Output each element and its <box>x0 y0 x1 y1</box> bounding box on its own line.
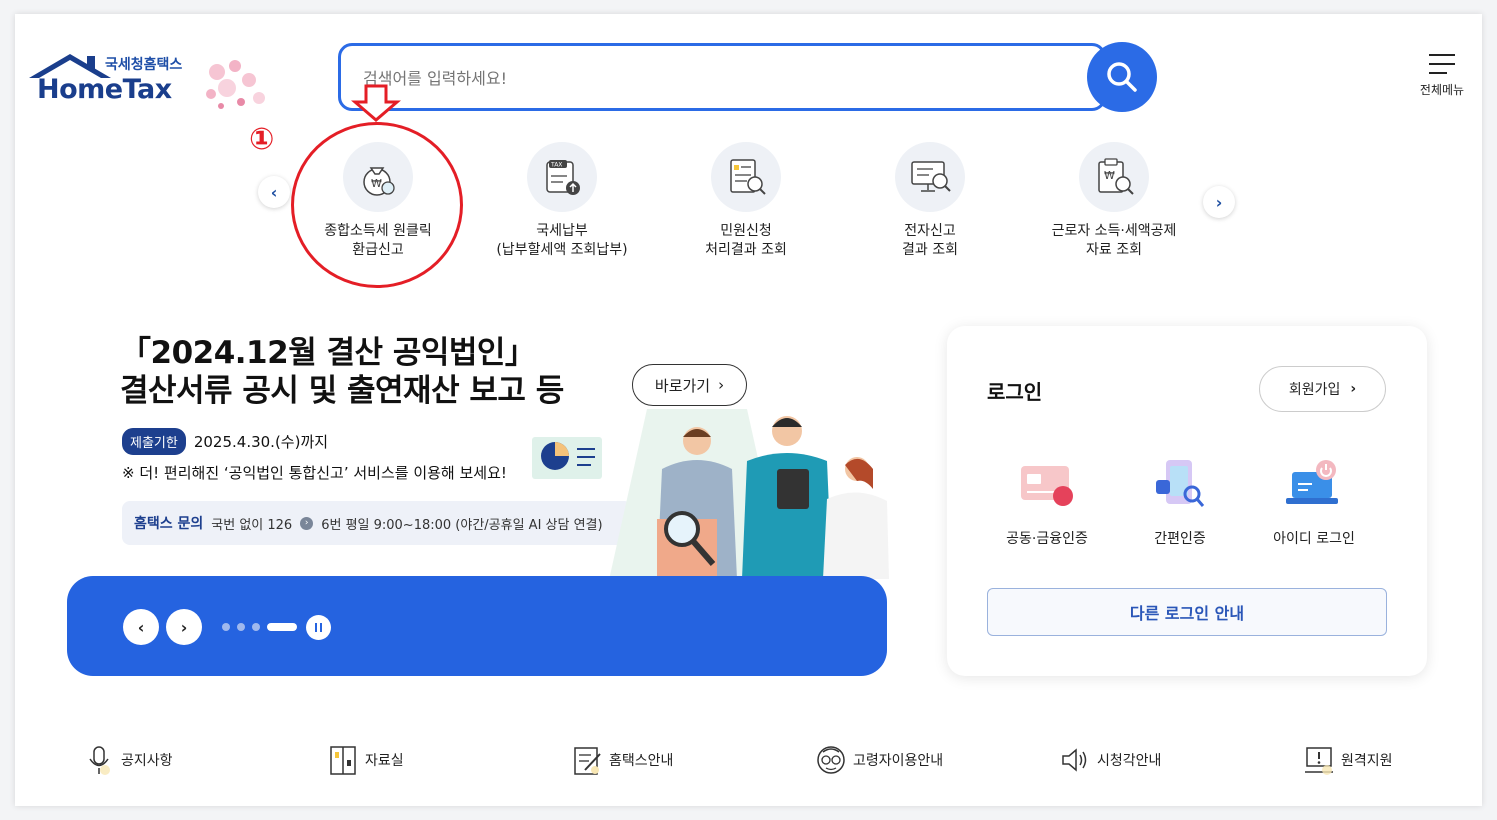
search-button[interactable] <box>1087 42 1157 112</box>
monitor-search-icon <box>895 142 965 212</box>
chevron-left-icon: ‹ <box>137 617 145 637</box>
cherry-blossom-icon <box>206 60 265 109</box>
login-title: 로그인 <box>987 380 1043 404</box>
footer-link-audiovisual-guide[interactable]: 시청각안내 <box>1059 744 1161 776</box>
full-menu-button[interactable]: 전체메뉴 <box>1415 50 1469 110</box>
quick-item-label-2: 처리결과 조회 <box>705 242 787 258</box>
quick-item-label-1: 전자신고 <box>904 223 956 239</box>
chevron-right-icon: › <box>1215 192 1223 212</box>
banner-pause-button[interactable] <box>306 615 331 640</box>
svg-text:₩: ₩ <box>1104 169 1115 182</box>
banner-title-line-2: 결산서류 공시 및 출연재산 보고 등 <box>120 373 564 409</box>
footer-link-label: 자료실 <box>365 753 404 769</box>
footer-link-library[interactable]: 자료실 <box>327 744 404 776</box>
quick-item-label-1: 근로자 소득·세액공제 <box>1051 223 1177 239</box>
chevron-right-icon: › <box>180 617 188 637</box>
document-search-icon <box>711 142 781 212</box>
login-option-label: 아이디 로그인 <box>1273 531 1355 547</box>
banner-next-button[interactable]: › <box>166 609 202 645</box>
banner-prev-button[interactable]: ‹ <box>123 609 159 645</box>
money-bag-icon: ₩ <box>343 142 413 212</box>
quick-item-label-1: 종합소득세 원클릭 <box>324 223 432 239</box>
login-option-simple-auth[interactable]: 간편인증 <box>1115 456 1245 548</box>
quick-item-label-2: 자료 조회 <box>1086 242 1142 258</box>
footer-link-senior-guide[interactable]: 고령자이용안내 <box>815 744 943 776</box>
banner-page-dot[interactable] <box>252 623 260 631</box>
join-label: 회원가입 <box>1288 382 1341 398</box>
login-option-label: 공동·금융인증 <box>1006 531 1088 547</box>
go-shortcut-label: 바로가기 <box>654 376 711 395</box>
login-card: 로그인 회원가입 › 공동·금융인증 간편인증 아이디 로그인 다른 로그인 안… <box>947 326 1427 676</box>
quick-item-label-2: 환급신고 <box>352 242 404 258</box>
quick-item-label-1: 민원신청 <box>720 223 772 239</box>
microphone-icon <box>83 744 115 776</box>
hometax-logo[interactable]: 국세청홈택스 HomeTax <box>25 52 275 120</box>
pause-icon-bar <box>320 623 322 632</box>
certificate-icon <box>1015 456 1079 516</box>
footer-link-notice[interactable]: 공지사항 <box>83 744 173 776</box>
quick-item-income-tax-refund[interactable]: ₩ 종합소득세 원클릭 환급신고 <box>288 142 468 260</box>
banner-title: 「2024.12월 결산 공익법인」 결산서류 공시 및 출연재산 보고 등 <box>120 334 564 410</box>
quick-item-label-2: (납부할세액 조회납부) <box>496 242 628 258</box>
notepad-icon <box>571 744 603 776</box>
footer-link-label: 홈택스안내 <box>609 753 674 769</box>
login-option-id-login[interactable]: 아이디 로그인 <box>1249 456 1379 548</box>
speaker-icon <box>1059 744 1091 776</box>
cabinet-icon <box>327 744 359 776</box>
footer-link-label: 공지사항 <box>121 753 173 769</box>
login-option-certificate[interactable]: 공동·금융인증 <box>982 456 1112 548</box>
footer-link-label: 원격지원 <box>1341 753 1393 769</box>
quick-item-civil-request[interactable]: 민원신청 처리결과 조회 <box>656 142 836 260</box>
remote-support-icon <box>1303 744 1335 776</box>
inquiry-label: 홈택스 문의 <box>134 516 204 532</box>
footer-link-remote-support[interactable]: 원격지원 <box>1303 744 1393 776</box>
chevron-right-icon: › <box>718 376 725 394</box>
deadline-date: 2025.4.30.(수)까지 <box>193 433 329 451</box>
logo-korean: 국세청홈택스 <box>105 57 183 73</box>
banner-page-dot[interactable] <box>222 623 230 631</box>
laptop-login-icon <box>1282 456 1346 516</box>
hamburger-icon <box>1429 54 1455 74</box>
quick-item-worker-deduction[interactable]: ₩ 근로자 소득·세액공제 자료 조회 <box>1024 142 1204 260</box>
search-box[interactable] <box>338 43 1106 111</box>
hometax-page: 국세청홈택스 HomeTax 전체메뉴 ① ‹ <box>15 14 1482 806</box>
arrow-circle-icon: › <box>300 516 314 530</box>
quick-menu-next-button[interactable]: › <box>1203 186 1235 218</box>
go-shortcut-button[interactable]: 바로가기 › <box>632 364 747 406</box>
svg-text:₩: ₩ <box>371 177 382 190</box>
logo-english: HomeTax <box>37 74 172 105</box>
footer-link-label: 고령자이용안내 <box>853 753 944 769</box>
chevron-left-icon: ‹ <box>270 182 278 202</box>
inquiry-phone: 국번 없이 126 <box>211 517 293 533</box>
footer-link-hometax-guide[interactable]: 홈택스안내 <box>571 744 673 776</box>
annotation-number: ① <box>249 122 275 157</box>
quick-item-label-2: 결과 조회 <box>902 242 958 258</box>
join-button[interactable]: 회원가입 › <box>1259 366 1386 412</box>
quick-menu-prev-button[interactable]: ‹ <box>258 176 290 208</box>
deadline-row: 제출기한 2025.4.30.(수)까지 <box>122 428 328 455</box>
search-input[interactable] <box>363 66 1043 90</box>
tax-upload-icon: TAX <box>527 142 597 212</box>
business-people-illustration <box>532 409 889 589</box>
quick-item-tax-payment[interactable]: TAX 국세납부 (납부할세액 조회납부) <box>472 142 652 260</box>
banner-page-dot[interactable] <box>237 623 245 631</box>
quick-item-e-filing-result[interactable]: 전자신고 결과 조회 <box>840 142 1020 260</box>
search-icon <box>1107 62 1137 92</box>
banner-page-dot-active[interactable] <box>267 623 297 631</box>
red-arrow-icon <box>351 84 401 122</box>
chevron-right-icon: › <box>1350 381 1357 397</box>
deadline-tag: 제출기한 <box>122 428 186 455</box>
other-login-guide-button[interactable]: 다른 로그인 안내 <box>987 588 1387 636</box>
pause-icon <box>315 623 317 632</box>
senior-icon <box>815 744 847 776</box>
phone-auth-icon <box>1148 456 1212 516</box>
full-menu-label: 전체메뉴 <box>1419 83 1465 97</box>
footer-link-label: 시청각안내 <box>1097 753 1162 769</box>
banner-notice: ※ 더! 편리해진 ‘공익법인 통합신고’ 서비스를 이용해 보세요! <box>122 464 507 482</box>
clipboard-search-icon: ₩ <box>1079 142 1149 212</box>
svg-text:TAX: TAX <box>550 162 562 169</box>
banner-title-line-1: 「2024.12월 결산 공익법인」 <box>120 335 536 371</box>
quick-item-label-1: 국세납부 <box>536 223 588 239</box>
login-option-label: 간편인증 <box>1154 531 1206 547</box>
